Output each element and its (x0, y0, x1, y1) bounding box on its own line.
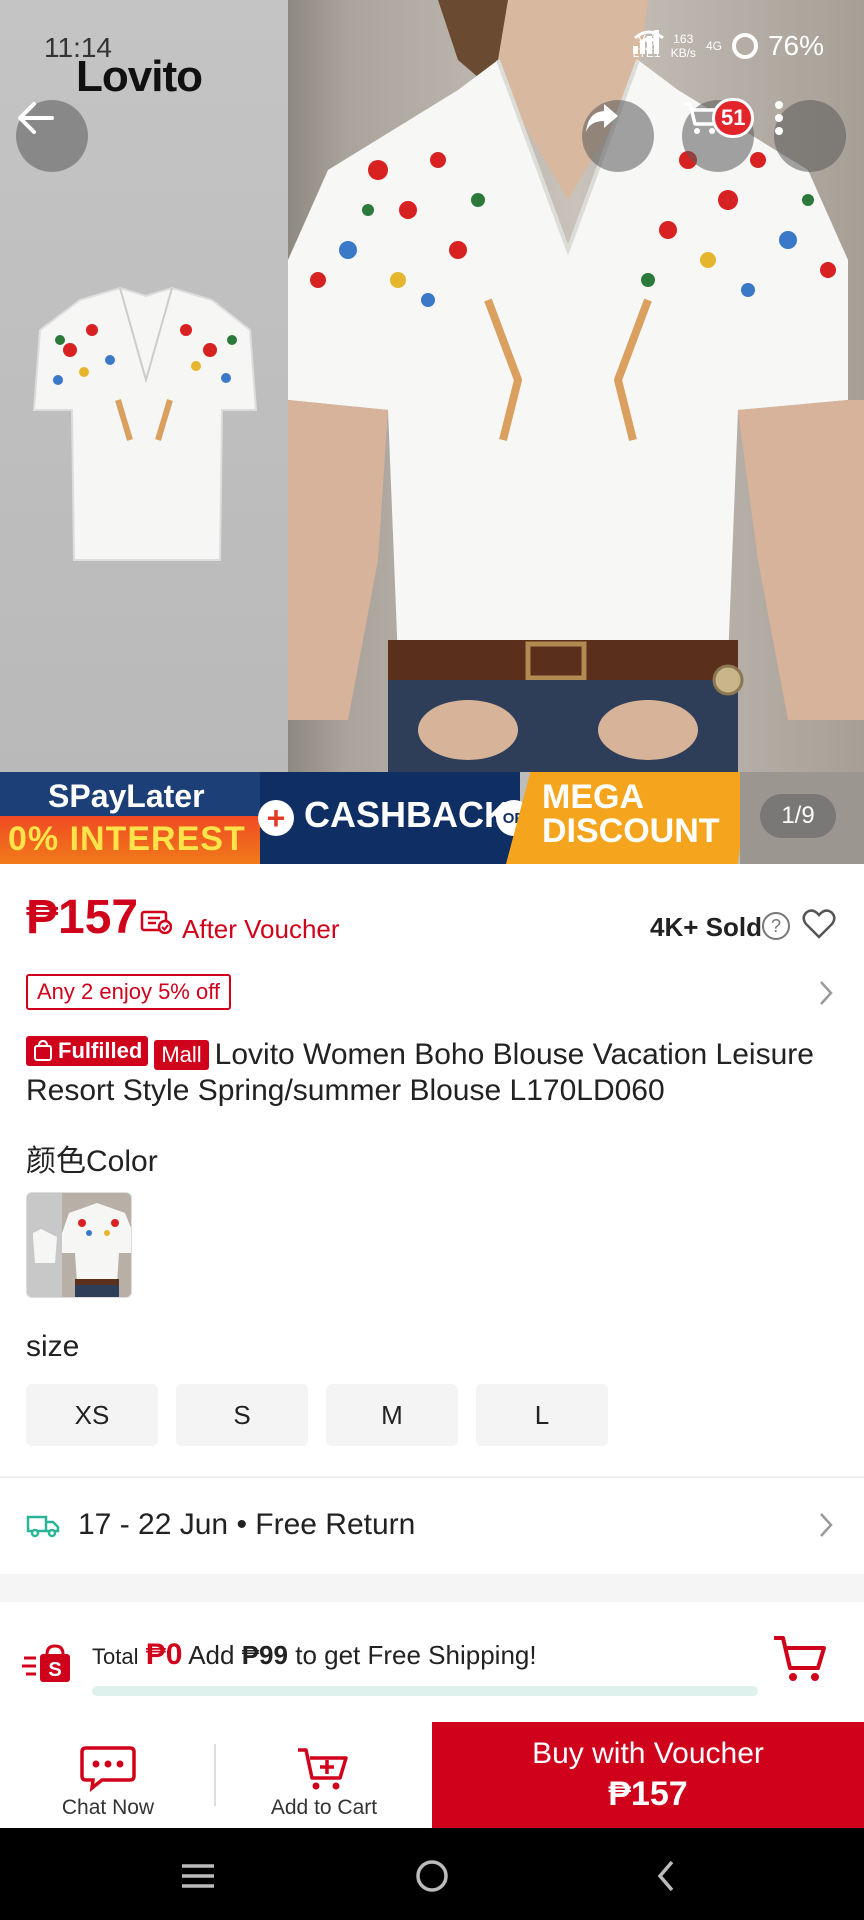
interest-text: 0% INTEREST (8, 820, 246, 858)
size-option-l[interactable]: L (476, 1384, 608, 1446)
free-shipping-progress (92, 1686, 758, 1696)
paylater-text: SPayLater (48, 778, 205, 814)
product-image-gallery[interactable]: 11:14 Vo) LTE1 163 KB/s 4G 76% Lovito 51… (0, 0, 864, 864)
shop-bag-icon (34, 1040, 52, 1061)
chat-now-label: Chat Now (61, 1796, 155, 1819)
size-option-xs[interactable]: XS (26, 1384, 158, 1446)
more-vertical-icon (775, 101, 783, 135)
more-options-button[interactable] (774, 100, 846, 172)
status-indicators: Vo) LTE1 163 KB/s 4G 76% (632, 30, 824, 62)
battery-icon (731, 33, 758, 59)
mall-badge: Mall (154, 1040, 209, 1070)
recent-apps-button[interactable] (176, 1854, 220, 1898)
shopping-bag-fast-icon: S (22, 1644, 70, 1682)
size-label: size (26, 1330, 80, 1363)
buy-with-voucher-button[interactable]: Buy with Voucher ₱157 (432, 1722, 864, 1828)
heart-icon[interactable] (802, 908, 836, 940)
color-swatch-thumbnail (27, 1193, 131, 1297)
sold-count: 4K+ Sold (650, 912, 762, 942)
share-button[interactable] (582, 100, 654, 172)
chat-icon (80, 1746, 136, 1792)
svg-text:S: S (48, 1659, 61, 1681)
voucher-icon (140, 910, 172, 934)
chat-now-button[interactable]: Chat Now (0, 1722, 216, 1828)
price-amount: ₱157 (26, 891, 139, 944)
system-navigation-bar (0, 1828, 864, 1920)
fulfilled-badge: Fulfilled (26, 1036, 149, 1066)
share-icon (586, 104, 618, 132)
battery-percent: 76% (767, 30, 824, 61)
back-button[interactable] (16, 100, 88, 172)
chevron-right-icon (820, 1513, 833, 1537)
buy-button-label: Buy with Voucher (532, 1736, 764, 1770)
bundle-promo-tag[interactable]: Any 2 enjoy 5% off (26, 974, 232, 1010)
add-to-cart-button[interactable]: Add to Cart (216, 1722, 432, 1828)
product-title: Fulfilled Mall Lovito Women Boho Blouse V… (26, 1036, 838, 1109)
delivery-text: 17 - 22 Jun • Free Return (78, 1508, 416, 1541)
size-options: XS S M L (26, 1384, 608, 1446)
free-shipping-bar[interactable]: S Total ₱0 Add ₱99 to get Free Shipping! (0, 1602, 864, 1722)
cashback-text: CASHBACK (304, 794, 510, 835)
help-icon[interactable]: ? (762, 912, 790, 940)
home-circle-icon (416, 1860, 448, 1892)
network-type: 4G (705, 39, 722, 53)
arrow-left-icon (18, 102, 54, 134)
cart-icon[interactable] (772, 1634, 828, 1684)
net-speed: 163 KB/s (670, 32, 696, 60)
color-swatch[interactable] (26, 1192, 132, 1298)
bottom-action-bar: Chat Now Add to Cart Buy with Voucher ₱1… (0, 1722, 864, 1828)
free-shipping-text: Total ₱0 Add ₱99 to get Free Shipping! (92, 1638, 537, 1671)
add-to-cart-label: Add to Cart (270, 1796, 378, 1819)
wifi-icon (633, 30, 664, 52)
home-button[interactable] (410, 1854, 454, 1898)
color-label: 颜色Color (26, 1145, 158, 1178)
size-option-m[interactable]: M (326, 1384, 458, 1446)
price-row: ₱157 After Voucher 4K+ Sold ? (26, 890, 838, 960)
after-voucher-label: After Voucher (182, 914, 340, 944)
section-gap (0, 1574, 864, 1602)
image-counter: 1/9 (760, 794, 836, 838)
chevron-right-icon[interactable] (816, 978, 836, 1008)
system-back-button[interactable] (644, 1854, 688, 1898)
cart-count-badge: 51 (712, 98, 755, 138)
size-option-s[interactable]: S (176, 1384, 308, 1446)
truck-icon (26, 1515, 60, 1538)
promo-banner[interactable]: SPayLater 0% INTEREST + CASHBACK OR MEGA… (0, 772, 864, 864)
add-to-cart-icon (298, 1748, 348, 1790)
mega-discount-text: MEGA DISCOUNT (542, 778, 720, 850)
divider (0, 1476, 864, 1478)
plus-icon: + (258, 800, 294, 836)
menu-icon (182, 1864, 214, 1888)
delivery-row[interactable]: 17 - 22 Jun • Free Return (26, 1498, 838, 1554)
brand-logo: Lovito (76, 52, 203, 101)
back-chevron-icon (657, 1860, 674, 1892)
buy-button-price: ₱157 (608, 1774, 688, 1813)
